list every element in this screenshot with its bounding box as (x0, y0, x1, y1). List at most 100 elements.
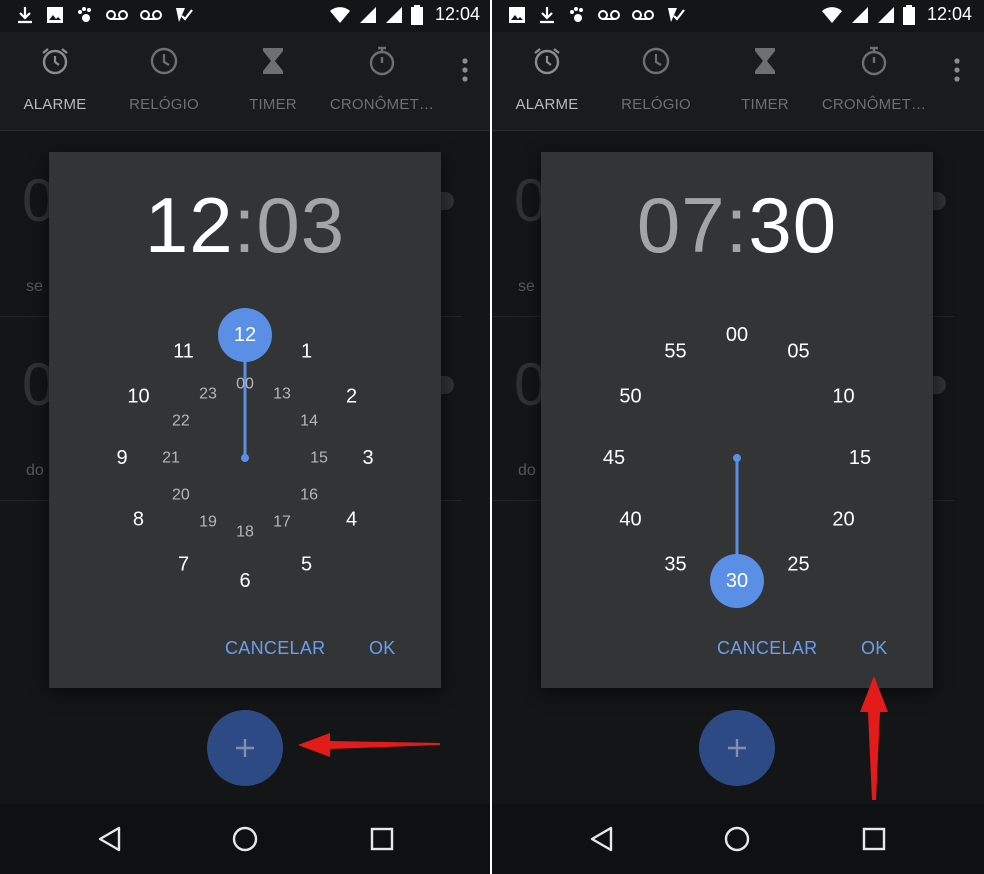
hour-label-inner[interactable]: 13 (273, 385, 291, 402)
download-icon (540, 7, 554, 24)
tab-stopwatch-label: CRONÔMET… (821, 96, 927, 113)
plus-icon (728, 739, 746, 757)
minute-label[interactable]: 50 (619, 386, 641, 408)
hour-label-inner[interactable]: 22 (172, 413, 190, 430)
paw-icon (78, 7, 91, 22)
clock-center (241, 454, 249, 462)
hour-label-inner[interactable]: 21 (162, 450, 180, 467)
tab-alarm[interactable]: ALARME (0, 32, 110, 130)
recents-icon[interactable] (859, 824, 889, 854)
hour-label[interactable]: 7 (178, 554, 189, 576)
add-alarm-button[interactable] (207, 710, 283, 786)
voicemail-icon (106, 10, 128, 20)
minute-clock-face[interactable]: 00 05 10 15 20 25 30 35 40 45 50 55 (541, 152, 933, 688)
hour-label[interactable]: 12 (234, 324, 256, 346)
minute-label[interactable]: 40 (619, 509, 641, 531)
hour-label-inner[interactable]: 19 (199, 514, 217, 531)
dialog-actions: CANCELAR OK (49, 638, 441, 662)
navigation-bar (492, 804, 984, 874)
tab-alarm-label: ALARME (515, 96, 579, 113)
overflow-menu-icon[interactable] (462, 58, 468, 82)
hour-label[interactable]: 3 (362, 447, 373, 469)
home-icon[interactable] (722, 824, 752, 854)
hour-label[interactable]: 5 (301, 554, 312, 576)
signal-icon (359, 6, 376, 23)
minute-label[interactable]: 25 (787, 554, 809, 576)
overflow-menu-icon[interactable] (954, 58, 960, 82)
hour-label-inner[interactable]: 00 (236, 376, 254, 393)
tab-timer[interactable]: TIMER (218, 32, 328, 130)
phone-screen-right: 12:04 ALARME RELÓGIO TIMER CRONÔMET… 0 s… (492, 0, 984, 874)
minute-label[interactable]: 05 (787, 340, 809, 362)
minute-label[interactable]: 00 (726, 324, 748, 346)
hour-clock-face[interactable]: 121234567891011001314151617181920212223 (49, 152, 441, 688)
tab-timer-label: TIMER (741, 96, 789, 113)
home-icon[interactable] (230, 824, 260, 854)
alarm-clock-icon (534, 48, 560, 75)
tab-stopwatch[interactable]: CRONÔMET… (327, 32, 437, 130)
tab-bar: ALARME RELÓGIO TIMER CRONÔMET… (492, 32, 984, 131)
background-alarm-label: do (26, 462, 44, 479)
back-icon[interactable] (95, 824, 125, 854)
hour-label-inner[interactable]: 18 (236, 524, 254, 541)
status-time: 12:04 (926, 4, 972, 24)
hour-label-inner[interactable]: 17 (273, 514, 291, 531)
hour-label-inner[interactable]: 15 (310, 450, 328, 467)
tab-alarm[interactable]: ALARME (492, 32, 602, 130)
hour-label[interactable]: 8 (133, 509, 144, 531)
hour-label[interactable]: 4 (346, 509, 357, 531)
clock-icon (642, 47, 670, 75)
minute-label[interactable]: 35 (664, 554, 686, 576)
tab-stopwatch-label: CRONÔMET… (329, 96, 435, 113)
minute-label[interactable]: 15 (849, 447, 871, 469)
ok-button[interactable]: OK (369, 638, 396, 659)
clock-icon (150, 47, 178, 75)
background-alarm-label: do (518, 462, 536, 479)
tab-clock[interactable]: RELÓGIO (601, 32, 711, 130)
hour-label[interactable]: 1 (301, 340, 312, 362)
wifi-icon (821, 6, 842, 23)
hour-label[interactable]: 11 (173, 340, 194, 362)
tab-stopwatch[interactable]: CRONÔMET… (819, 32, 929, 130)
tab-alarm-label: ALARME (23, 96, 87, 113)
minute-label[interactable]: 55 (664, 340, 686, 362)
tab-timer-label: TIMER (249, 96, 297, 113)
hour-label[interactable]: 6 (239, 570, 250, 592)
hour-label[interactable]: 9 (116, 447, 127, 469)
signal-icon (851, 6, 868, 23)
tab-clock[interactable]: RELÓGIO (109, 32, 219, 130)
hour-label-inner[interactable]: 20 (172, 487, 190, 504)
signal-icon (877, 6, 894, 23)
minute-label[interactable]: 20 (832, 509, 854, 531)
stopwatch-icon (861, 46, 887, 76)
cancel-button[interactable]: CANCELAR (225, 638, 325, 659)
wifi-icon (329, 6, 350, 23)
dialog-actions: CANCELAR OK (541, 638, 933, 662)
recents-icon[interactable] (367, 824, 397, 854)
minute-label[interactable]: 10 (832, 386, 854, 408)
navigation-bar (0, 804, 492, 874)
hour-label[interactable]: 10 (127, 386, 149, 408)
back-icon[interactable] (587, 824, 617, 854)
cancel-button[interactable]: CANCELAR (717, 638, 817, 659)
minute-label[interactable]: 45 (603, 447, 625, 469)
hour-label-inner[interactable]: 23 (199, 385, 217, 402)
hourglass-icon (263, 48, 283, 74)
tab-clock-label: RELÓGIO (621, 96, 691, 113)
paw-icon (570, 7, 583, 22)
battery-icon (410, 4, 423, 25)
ok-button[interactable]: OK (861, 638, 888, 659)
image-icon (509, 7, 525, 23)
time-picker-dialog: 12:03 12 1 2 3 4 5 6 7 8 9 10 11 00 13 14 15 16 17 18 19 20 2… (49, 152, 441, 688)
add-alarm-button[interactable] (699, 710, 775, 786)
hour-label[interactable]: 2 (346, 386, 357, 408)
stopwatch-icon (369, 46, 395, 76)
plus-icon (236, 739, 254, 757)
check-badge-icon (176, 8, 193, 22)
alarm-clock-icon (42, 48, 68, 75)
hour-label-inner[interactable]: 14 (300, 413, 318, 430)
hour-label-inner[interactable]: 16 (300, 487, 318, 504)
tab-clock-label: RELÓGIO (129, 96, 199, 113)
minute-label[interactable]: 30 (726, 570, 748, 592)
tab-timer[interactable]: TIMER (710, 32, 820, 130)
